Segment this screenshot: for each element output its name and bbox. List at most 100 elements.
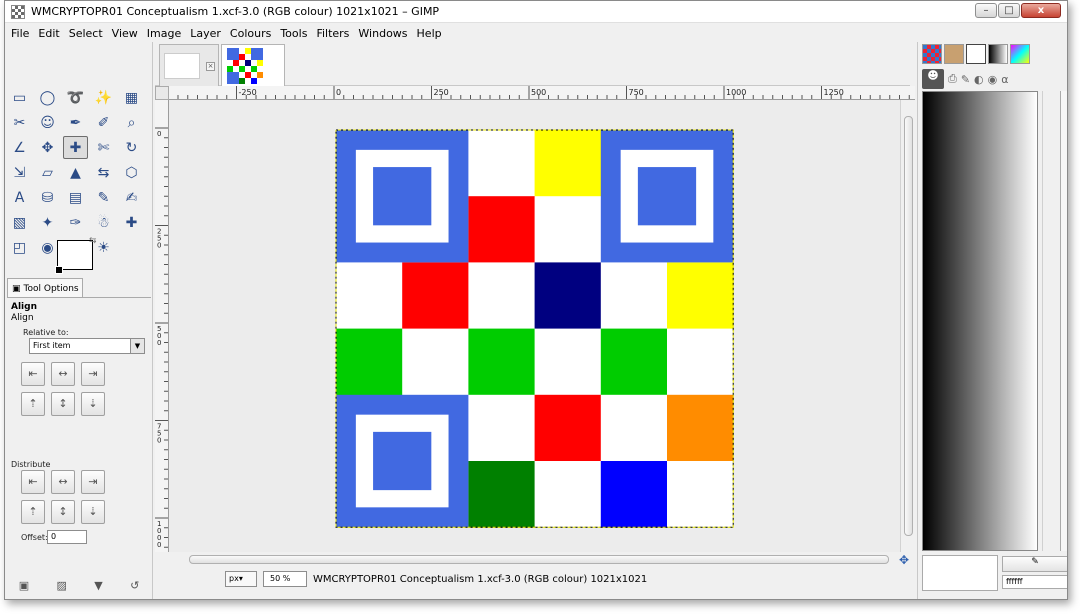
text-icon[interactable]: A [7, 186, 32, 209]
rotate-icon[interactable]: ↻ [119, 136, 144, 159]
vertical-scroll-thumb[interactable] [904, 116, 913, 536]
gimp-wilber-icon[interactable]: ☻ [922, 69, 944, 89]
color-picker-button[interactable]: ✎ [1002, 556, 1067, 572]
clone-icon[interactable]: ☃ [91, 211, 116, 234]
tool-grid: ▭◯➰✨▦✂☺✒✐⌕∠✥✚✄↻⇲▱▲⇆⬡A⛁▤✎✍▧✦✑☃✚◰◉☛☀ [7, 86, 151, 261]
perspective-icon[interactable]: ▲ [63, 161, 88, 184]
zoom-icon[interactable]: ⌕ [119, 111, 144, 134]
paintbrush-icon[interactable]: ✍ [119, 186, 144, 209]
delete-options-icon[interactable]: ▼ [94, 579, 102, 592]
palette-icon[interactable]: ◉ [988, 73, 998, 86]
color-wheel-icon[interactable]: ◐ [974, 73, 984, 86]
align-button-5[interactable]: ↕ [51, 392, 75, 416]
tool-options-icon: ▣ [12, 283, 21, 294]
distribute-button-4[interactable]: ⇡ [21, 500, 45, 524]
measure-icon[interactable]: ∠ [7, 136, 32, 159]
image-canvas[interactable] [169, 100, 901, 552]
color-select-icon[interactable]: ▦ [119, 86, 144, 109]
pencil-icon[interactable]: ✎ [91, 186, 116, 209]
hex-color-field[interactable]: ffffff [1002, 575, 1067, 589]
eraser-icon[interactable]: ▧ [7, 211, 32, 234]
airbrush-icon[interactable]: ✦ [35, 211, 60, 234]
fuzzy-select-icon[interactable]: ✨ [91, 86, 116, 109]
paths-tab-icon[interactable] [966, 44, 986, 64]
menu-windows[interactable]: Windows [358, 27, 407, 40]
menu-layer[interactable]: Layer [190, 27, 221, 40]
restore-options-icon[interactable]: ▨ [56, 579, 66, 592]
menu-help[interactable]: Help [417, 27, 442, 40]
menu-image[interactable]: Image [147, 27, 181, 40]
horizontal-scrollbar[interactable] [169, 553, 901, 567]
brushes-icon[interactable] [944, 44, 964, 64]
menu-view[interactable]: View [112, 27, 138, 40]
perspective-clone-icon[interactable]: ◰ [7, 236, 32, 259]
brush-icon[interactable]: ✎ [961, 73, 970, 86]
distribute-button-3[interactable]: ⇥ [81, 470, 105, 494]
minimize-button[interactable]: – [975, 3, 997, 18]
swap-colors-icon[interactable]: ⇆ [89, 236, 97, 246]
reset-options-icon[interactable]: ↺ [130, 579, 139, 592]
menu-select[interactable]: Select [69, 27, 103, 40]
align-button-3[interactable]: ⇥ [81, 362, 105, 386]
close-button[interactable]: x [1021, 3, 1061, 18]
fonts-icon[interactable]: α [1001, 73, 1008, 86]
gradients-icon[interactable] [988, 44, 1008, 64]
scale-icon[interactable]: ⇲ [7, 161, 32, 184]
tab-tool-options[interactable]: ▣ Tool Options [7, 278, 83, 298]
shear-icon[interactable]: ▱ [35, 161, 60, 184]
horizontal-scroll-thumb[interactable] [189, 555, 889, 564]
distribute-button-5[interactable]: ↕ [51, 500, 75, 524]
scissors-select-icon[interactable]: ✂ [7, 111, 32, 134]
close-icon[interactable]: × [206, 62, 215, 71]
navigate-icon[interactable]: ✥ [899, 553, 909, 567]
align-button-4[interactable]: ⇡ [21, 392, 45, 416]
color-picker-icon[interactable]: ✐ [91, 111, 116, 134]
image-tab-conceptualism[interactable] [221, 44, 285, 86]
move-icon[interactable]: ✥ [35, 136, 60, 159]
flip-icon[interactable]: ⇆ [91, 161, 116, 184]
cage-transform-icon[interactable]: ⬡ [119, 161, 144, 184]
align-button-1[interactable]: ⇤ [21, 362, 45, 386]
default-colors-icon[interactable] [55, 266, 63, 274]
distribute-button-6[interactable]: ⇣ [81, 500, 105, 524]
patterns-icon[interactable] [922, 44, 942, 64]
unit-select[interactable]: px▾ [225, 571, 257, 587]
foreground-select-icon[interactable]: ☺ [35, 111, 60, 134]
distribute-button-2[interactable]: ↔ [51, 470, 75, 494]
save-options-icon[interactable]: ▣ [19, 579, 29, 592]
window-title: WMCRYPTOPR01 Conceptualism 1.xcf-3.0 (RG… [31, 5, 440, 18]
gimp-app-icon [11, 4, 25, 19]
canvas-viewport[interactable] [169, 100, 901, 552]
image-cell [468, 461, 536, 528]
horizontal-ruler: -250 0 250 500 750 1000 1250 [169, 86, 915, 100]
align-button-6[interactable]: ⇣ [81, 392, 105, 416]
gradient-preview[interactable] [922, 91, 1038, 551]
dock-scrollbar[interactable] [1042, 91, 1056, 551]
vertical-scrollbar[interactable] [900, 100, 915, 552]
palettes-icon[interactable] [1010, 44, 1030, 64]
menu-file[interactable]: File [11, 27, 29, 40]
bucket-fill-icon[interactable]: ⛁ [35, 186, 60, 209]
menu-tools[interactable]: Tools [280, 27, 307, 40]
ink-icon[interactable]: ✑ [63, 211, 88, 234]
ellipse-select-icon[interactable]: ◯ [35, 86, 60, 109]
maximize-button[interactable]: □ [998, 3, 1020, 18]
align-icon[interactable]: ✚ [63, 136, 88, 159]
rect-select-icon[interactable]: ▭ [7, 86, 32, 109]
zoom-select[interactable]: 50 % [263, 571, 307, 587]
menu-filters[interactable]: Filters [316, 27, 349, 40]
menu-edit[interactable]: Edit [38, 27, 59, 40]
image-cell [534, 328, 602, 396]
crop-icon[interactable]: ✄ [91, 136, 116, 159]
distribute-button-1[interactable]: ⇤ [21, 470, 45, 494]
offset-spinner[interactable]: 0 [47, 530, 87, 544]
relative-to-select[interactable]: First item ▼ [29, 338, 145, 354]
align-button-2[interactable]: ↔ [51, 362, 75, 386]
menu-colours[interactable]: Colours [230, 27, 271, 40]
paths-icon[interactable]: ✒ [63, 111, 88, 134]
blend-icon[interactable]: ▤ [63, 186, 88, 209]
heal-icon[interactable]: ✚ [119, 211, 144, 234]
printer-icon[interactable]: ⎙ [948, 72, 957, 86]
image-tab-blank[interactable]: × [159, 44, 219, 86]
free-select-icon[interactable]: ➰ [63, 86, 88, 109]
